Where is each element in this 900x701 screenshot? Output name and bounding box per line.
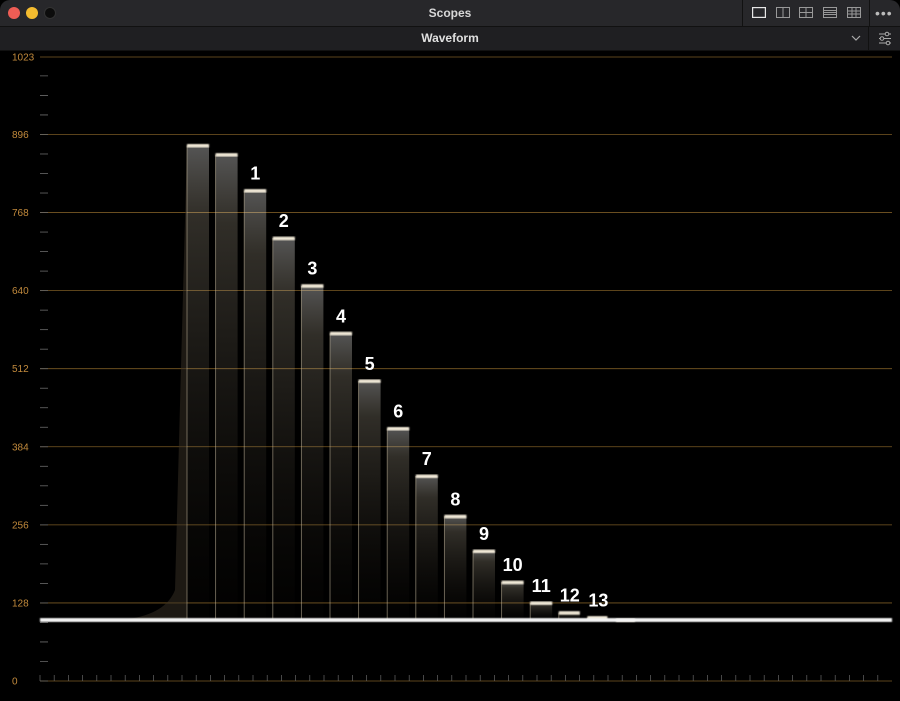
step-number: 2 — [279, 211, 289, 231]
step-column — [501, 582, 524, 621]
step-number: 10 — [503, 555, 523, 575]
step-column — [272, 238, 295, 621]
title-bar: Scopes ••• — [0, 0, 900, 27]
step-column — [244, 190, 267, 621]
layout-selector — [742, 0, 870, 26]
more-icon[interactable]: ••• — [875, 5, 893, 21]
axis-label: 896 — [12, 130, 29, 141]
noise-floor — [40, 618, 892, 623]
step-level — [215, 153, 238, 157]
step-level — [387, 426, 410, 431]
step-number: 1 — [250, 164, 260, 184]
step-level — [244, 189, 267, 193]
scopes-window: Scopes ••• Waveform 1023 896 768 640 512… — [0, 0, 900, 701]
step-column — [215, 154, 238, 621]
step-column — [301, 285, 324, 621]
axis-label: 256 — [12, 520, 29, 531]
grid-view-icon[interactable] — [847, 7, 861, 18]
axis-label: 0 — [12, 677, 18, 688]
step-column — [187, 145, 209, 621]
step-number: 6 — [393, 401, 403, 421]
step-level — [530, 601, 553, 605]
step-number: 8 — [450, 489, 460, 509]
step-column — [415, 476, 438, 621]
step-level — [415, 474, 438, 479]
step-number: 4 — [336, 306, 346, 326]
chevron-down-icon[interactable] — [850, 29, 862, 47]
sliders-icon — [879, 31, 891, 46]
step-column — [530, 602, 553, 621]
step-level — [272, 236, 295, 241]
step-number: 3 — [307, 259, 317, 279]
step-column — [444, 516, 467, 621]
stacked-view-icon[interactable] — [823, 7, 837, 18]
step-column — [387, 428, 410, 621]
axis-label: 128 — [12, 598, 29, 609]
single-view-icon[interactable] — [752, 7, 766, 18]
step-level — [301, 284, 324, 288]
step-number: 13 — [588, 591, 608, 611]
axis-label: 640 — [12, 286, 29, 297]
two-view-icon[interactable] — [776, 7, 790, 18]
axis-label: 512 — [12, 364, 29, 375]
axis-label: 384 — [12, 442, 29, 453]
step-number: 12 — [560, 586, 580, 606]
quad-view-icon[interactable] — [799, 7, 813, 18]
step-level — [187, 143, 209, 148]
step-number: 9 — [479, 524, 489, 544]
waveform-scope: 102389676864051238425612801234567891011 1… — [12, 53, 892, 688]
ramp-glow — [120, 145, 187, 621]
axis-label: 768 — [12, 208, 29, 219]
step-column — [358, 380, 381, 621]
step-level — [358, 379, 381, 383]
scope-toolbar: Waveform — [0, 27, 900, 51]
step-level — [473, 549, 495, 554]
scope-mode-dropdown[interactable]: Waveform — [0, 31, 900, 45]
step-column — [473, 551, 495, 621]
step-number: 5 — [365, 354, 375, 374]
step-level — [330, 331, 352, 336]
step-number: 7 — [422, 449, 432, 469]
step-level — [558, 611, 580, 615]
step-column — [330, 333, 352, 621]
step-level — [501, 580, 524, 585]
scope-settings-button[interactable] — [868, 27, 900, 50]
step-number: 11 — [532, 576, 551, 596]
step-level — [444, 514, 467, 519]
axis-label: 1023 — [12, 53, 35, 64]
